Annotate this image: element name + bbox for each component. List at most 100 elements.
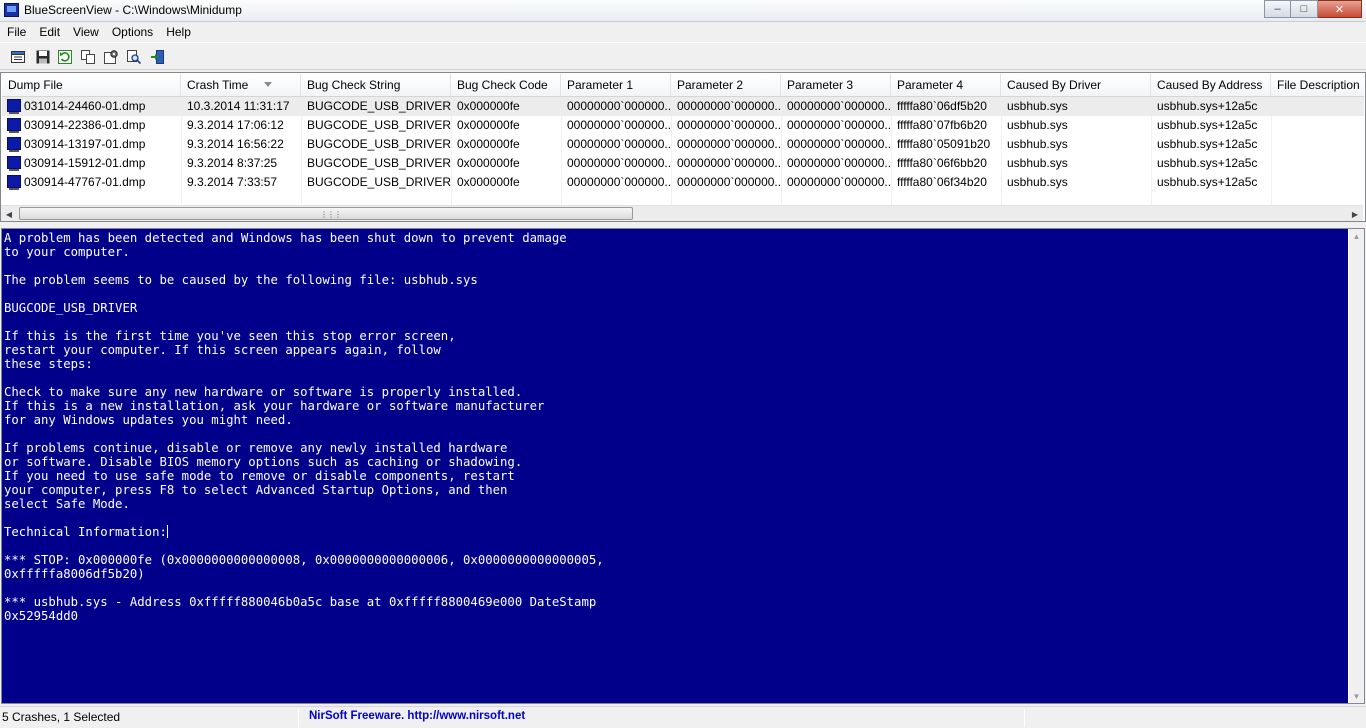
cell-parameter-4: fffffa80`07fb6b20	[897, 118, 987, 132]
sort-descending-icon	[264, 82, 272, 87]
cell-caused-by-driver: usbhub.sys	[1007, 137, 1068, 151]
cell-dump-file: 030914-13197-01.dmp	[24, 137, 146, 151]
column-bug-check-code[interactable]: Bug Check Code	[451, 74, 561, 96]
advanced-options-button[interactable]	[101, 47, 119, 65]
column-crash-time[interactable]: Crash Time	[181, 74, 301, 96]
cell-parameter-2: 00000000`000000...	[677, 137, 781, 151]
cell-caused-by-driver: usbhub.sys	[1007, 175, 1068, 189]
scroll-down-icon[interactable]: ▼	[1349, 689, 1364, 703]
window-controls: – □ ✕	[1264, 0, 1362, 19]
bsod-line	[4, 427, 604, 441]
bsod-line: If this is the first time you've seen th…	[4, 329, 456, 343]
cell-bug-check-string: BUGCODE_USB_DRIVER	[307, 156, 451, 170]
find-button[interactable]	[124, 47, 142, 65]
table-row[interactable]: 031014-24460-01.dmp 10.3.2014 11:31:17 B…	[2, 97, 1364, 116]
column-header: Dump File Crash Time Bug Check String Bu…	[2, 74, 1364, 97]
save-icon	[36, 50, 50, 64]
nirsoft-link[interactable]: NirSoft Freeware. http://www.nirsoft.net	[309, 710, 525, 722]
refresh-icon	[58, 50, 72, 64]
table-row[interactable]: 030914-47767-01.dmp 9.3.2014 7:33:57 BUG…	[2, 173, 1364, 192]
bsod-text[interactable]: A problem has been detected and Windows …	[4, 231, 604, 623]
column-parameter-4[interactable]: Parameter 4	[891, 74, 1001, 96]
toolbar-separator	[29, 47, 30, 65]
bsod-line: Check to make sure any new hardware or s…	[4, 385, 523, 399]
bsod-line: your computer, press F8 to select Advanc…	[4, 483, 508, 497]
grip-icon: ⋮⋮⋮	[320, 210, 342, 219]
minimize-button[interactable]: –	[1264, 0, 1291, 18]
close-button[interactable]: ✕	[1318, 0, 1362, 18]
bsod-vertical-scrollbar[interactable]: ▲ ▼	[1349, 229, 1364, 703]
bsod-line: or software. Disable BIOS memory options…	[4, 455, 523, 469]
cell-parameter-4: fffffa80`06f6bb20	[897, 156, 987, 170]
column-crash-time-label: Crash Time	[187, 78, 249, 92]
cell-dump-file: 030914-47767-01.dmp	[24, 175, 146, 189]
bsod-line	[4, 287, 604, 301]
toolbar	[0, 42, 1366, 70]
menu-options[interactable]: Options	[105, 22, 159, 42]
column-parameter-3[interactable]: Parameter 3	[781, 74, 891, 96]
maximize-button[interactable]: □	[1291, 0, 1318, 18]
menu-edit[interactable]: Edit	[32, 22, 66, 42]
refresh-button[interactable]	[55, 47, 73, 65]
scroll-up-icon[interactable]: ▲	[1349, 229, 1364, 243]
bsod-line: 0x52954dd0	[4, 609, 79, 623]
column-caused-by-driver[interactable]: Caused By Driver	[1001, 74, 1151, 96]
cell-dump-file: 031014-24460-01.dmp	[24, 99, 146, 113]
list-horizontal-scrollbar[interactable]: ◀ ⋮⋮⋮ ▶	[1, 205, 1363, 221]
bsod-line: Technical Information:	[4, 525, 168, 539]
menu-help[interactable]: Help	[159, 22, 197, 42]
column-bug-check-string[interactable]: Bug Check String	[301, 74, 451, 96]
menu-view[interactable]: View	[66, 22, 105, 42]
column-dump-file[interactable]: Dump File	[2, 74, 181, 96]
bsod-line	[4, 511, 604, 525]
find-icon	[127, 50, 141, 64]
copy-icon	[81, 50, 95, 64]
cell-crash-time: 9.3.2014 16:56:22	[187, 137, 284, 151]
window-title: BlueScreenView - C:\Windows\Minidump	[24, 3, 242, 17]
cell-caused-by-address: usbhub.sys+12a5c	[1157, 137, 1258, 151]
cell-bug-check-code: 0x000000fe	[457, 118, 520, 132]
cell-parameter-2: 00000000`000000...	[677, 156, 781, 170]
cell-caused-by-address: usbhub.sys+12a5c	[1157, 175, 1258, 189]
status-count: 5 Crashes, 1 Selected	[2, 710, 121, 724]
column-parameter-1[interactable]: Parameter 1	[561, 74, 671, 96]
bsod-line: If problems continue, disable or remove …	[4, 441, 508, 455]
app-icon[interactable]	[4, 3, 19, 17]
table-row[interactable]: 030914-15912-01.dmp 9.3.2014 8:37:25 BUG…	[2, 154, 1364, 173]
copy-button[interactable]	[78, 47, 96, 65]
menu-bar: File Edit View Options Help	[0, 22, 1366, 42]
crash-list[interactable]: Dump File Crash Time Bug Check String Bu…	[0, 72, 1366, 222]
exit-button[interactable]	[147, 47, 165, 65]
table-row[interactable]: 030914-22386-01.dmp 9.3.2014 17:06:12 BU…	[2, 116, 1364, 135]
title-bar: BlueScreenView - C:\Windows\Minidump – □…	[0, 0, 1366, 22]
cell-parameter-1: 00000000`000000...	[567, 156, 671, 170]
save-button[interactable]	[33, 47, 51, 65]
bsod-line	[4, 371, 604, 385]
text-caret	[166, 525, 168, 538]
cell-bug-check-string: BUGCODE_USB_DRIVER	[307, 175, 451, 189]
cell-parameter-1: 00000000`000000...	[567, 99, 671, 113]
column-parameter-2[interactable]: Parameter 2	[671, 74, 781, 96]
cell-dump-file: 030914-22386-01.dmp	[24, 118, 146, 132]
table-row[interactable]: 030914-13197-01.dmp 9.3.2014 16:56:22 BU…	[2, 135, 1364, 154]
cell-parameter-2: 00000000`000000...	[677, 118, 781, 132]
scroll-right-icon[interactable]: ▶	[1347, 207, 1363, 221]
status-bar: 5 Crashes, 1 Selected NirSoft Freeware. …	[0, 706, 1366, 728]
scroll-left-icon[interactable]: ◀	[1, 207, 17, 221]
cell-caused-by-driver: usbhub.sys	[1007, 118, 1068, 132]
bsod-line	[4, 315, 604, 329]
bsod-line	[4, 539, 604, 553]
cell-bug-check-code: 0x000000fe	[457, 175, 520, 189]
bsod-line: select Safe Mode.	[4, 497, 130, 511]
cell-parameter-1: 00000000`000000...	[567, 118, 671, 132]
bsod-pane: A problem has been detected and Windows …	[1, 228, 1365, 704]
cell-crash-time: 10.3.2014 11:31:17	[187, 99, 290, 113]
scrollbar-thumb[interactable]: ⋮⋮⋮	[19, 207, 633, 220]
cell-bug-check-code: 0x000000fe	[457, 156, 520, 170]
bsod-line: these steps:	[4, 357, 93, 371]
properties-button[interactable]	[8, 47, 26, 65]
column-file-description[interactable]: File Description	[1271, 74, 1364, 96]
menu-file[interactable]: File	[0, 22, 32, 42]
cell-crash-time: 9.3.2014 7:33:57	[187, 175, 278, 189]
column-caused-by-address[interactable]: Caused By Address	[1151, 74, 1271, 96]
